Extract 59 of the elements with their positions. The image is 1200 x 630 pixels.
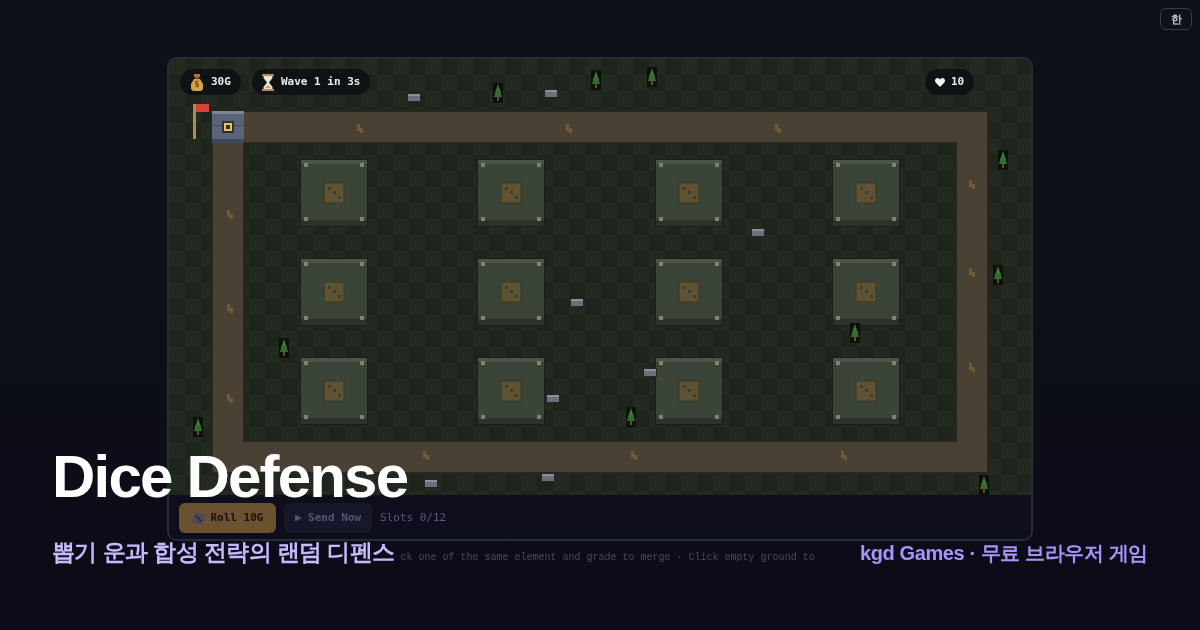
rock-icon	[751, 228, 765, 237]
tagline: 뽑기 운과 합성 전략의 랜덤 디펜스	[52, 539, 395, 567]
tree-icon	[591, 70, 601, 90]
tree-icon	[279, 338, 289, 358]
footprint-icon	[227, 210, 233, 219]
footprint-icon	[227, 304, 233, 313]
footprint-icon	[969, 363, 975, 372]
tree-icon	[493, 83, 503, 103]
language-toggle-button[interactable]: 한	[1160, 8, 1192, 30]
tower-slot[interactable]	[655, 159, 723, 227]
footprint-icon	[631, 451, 637, 460]
hint-text: ck one of the same element and grade to merge · Click empty ground to	[400, 551, 815, 565]
tower-slot[interactable]	[832, 357, 900, 425]
footprint-icon	[969, 268, 975, 277]
tree-icon	[993, 265, 1003, 285]
money-bag-icon	[190, 73, 204, 91]
wave-countdown: Wave 1 in 3s	[281, 73, 361, 90]
footprint-icon	[227, 394, 233, 403]
tower-slot[interactable]	[300, 258, 368, 326]
gate-icon	[212, 111, 244, 143]
tree-icon	[979, 475, 989, 495]
dice-icon	[191, 511, 205, 525]
tower-slot[interactable]	[477, 357, 545, 425]
rock-icon	[407, 93, 421, 102]
rock-icon	[541, 473, 555, 482]
tower-slot[interactable]	[655, 258, 723, 326]
heart-icon	[935, 77, 945, 87]
tree-icon	[193, 417, 203, 437]
slots-count: Slots 0/12	[380, 509, 447, 526]
game-title: Dice Defense	[52, 451, 408, 502]
tower-slot[interactable]	[300, 159, 368, 227]
footprint-icon	[357, 124, 363, 133]
footprint-icon	[566, 124, 572, 133]
flag-icon	[193, 104, 209, 139]
send-now-button[interactable]: ▶ Send Now	[284, 503, 372, 533]
footprint-icon	[423, 451, 429, 460]
tree-icon	[998, 150, 1008, 170]
rock-icon	[570, 298, 584, 307]
hourglass-icon	[262, 73, 274, 91]
footprint-icon	[775, 124, 781, 133]
tower-slot[interactable]	[477, 159, 545, 227]
tree-icon	[850, 323, 860, 343]
footprint-icon	[841, 451, 847, 460]
tower-slot[interactable]	[832, 258, 900, 326]
roll-button[interactable]: Roll 10G	[179, 503, 276, 533]
tower-slot[interactable]	[832, 159, 900, 227]
rock-icon	[544, 89, 558, 98]
tower-slot[interactable]	[655, 357, 723, 425]
tower-slot[interactable]	[477, 258, 545, 326]
footprint-icon	[969, 180, 975, 189]
tree-icon	[647, 67, 657, 87]
tower-slot[interactable]	[300, 357, 368, 425]
money-amount: 30G	[211, 73, 231, 90]
rock-icon	[546, 394, 560, 403]
credit-line: kgd Games · 무료 브라우저 게임	[860, 541, 1148, 565]
tree-icon	[626, 407, 636, 427]
rock-icon	[424, 479, 438, 488]
rock-icon	[643, 368, 657, 377]
lives-count: 10	[951, 73, 965, 90]
